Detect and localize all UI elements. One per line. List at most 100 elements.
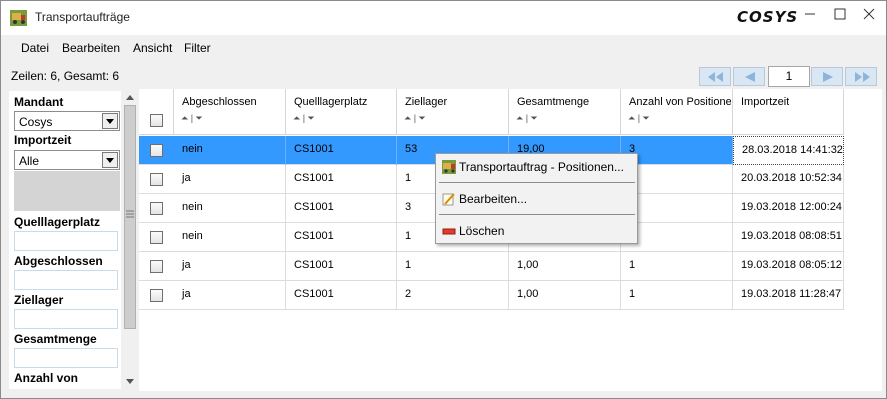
menu-item-bearbeiten[interactable]: Bearbeiten... [437,187,636,211]
minimize-button[interactable] [799,6,821,28]
mandant-select[interactable]: Cosys [14,111,120,131]
chevron-down-icon [106,119,114,124]
delete-icon [442,228,456,235]
filter-anzahl-label: Anzahl von [14,371,79,385]
minimize-icon [805,13,815,15]
column-header-ziellager[interactable]: Ziellager ⏶ | ⏷ [397,89,509,135]
app-window: Transportaufträge COSYS Datei Bearbeiten… [0,0,887,399]
table-cell: nein [174,194,286,223]
prev-page-button[interactable] [733,67,765,86]
table-cell: 19.03.2018 08:08:51 [733,223,844,252]
table-cell: 28.03.2018 14:41:32 [733,136,844,165]
sort-icon[interactable]: ⏶ | ⏷ [181,113,203,124]
menu-item-label: Bearbeiten... [459,192,528,206]
menu-filter[interactable]: Filter [184,41,211,55]
table-cell: 1 [621,252,733,281]
row-checkbox[interactable] [150,289,163,302]
menu-datei[interactable]: Datei [21,41,49,55]
table-cell: 19.03.2018 11:28:47 [733,281,844,310]
double-right-arrow-icon [855,72,870,82]
filter-ziellager-label: Ziellager [14,293,64,307]
sort-icon[interactable]: ⏶ | ⏷ [293,113,315,124]
table-cell: CS1001 [286,194,397,223]
scrollbar-thumb[interactable] [124,105,136,329]
table-cell: nein [174,136,286,165]
menu-item-positionen[interactable]: Transportauftrag - Positionen... [437,155,636,179]
table-cell: 1 [397,252,509,281]
filter-gesamtmenge-label: Gesamtmenge [14,332,97,346]
filter-quelllagerplatz-label: Quelllagerplatz [14,215,101,229]
menu-ansicht[interactable]: Ansicht [133,41,172,55]
menu-separator [439,214,635,215]
filter-scrollbar[interactable] [122,91,138,389]
menu-separator [439,182,635,183]
mandant-select-value: Cosys [19,115,53,129]
first-page-button[interactable] [699,67,731,86]
chevron-down-icon [106,158,114,163]
importzeit-dropdown-button[interactable] [102,152,118,168]
column-label: Abgeschlossen [182,96,257,108]
left-arrow-icon [745,72,755,82]
maximize-icon [834,8,846,20]
importzeit-range-area [14,171,120,211]
sort-icon[interactable]: ⏶ | ⏷ [628,113,650,124]
table-cell: CS1001 [286,165,397,194]
table-cell: nein [174,223,286,252]
row-checkbox[interactable] [150,260,163,273]
quelllagerplatz-input[interactable] [14,231,118,251]
table-cell: CS1001 [286,223,397,252]
importzeit-select-value: Alle [19,154,40,168]
mandant-dropdown-button[interactable] [102,113,118,129]
page-number-field[interactable]: 1 [768,66,810,87]
table-cell: ja [174,281,286,310]
grip-icon [126,210,134,218]
row-checkbox[interactable] [150,231,163,244]
brand-logo: COSYS [737,8,799,26]
row-checkbox[interactable] [150,144,163,157]
table-cell: 19.03.2018 08:05:12 [733,252,844,281]
table-cell: 1 [621,281,733,310]
last-page-button[interactable] [845,67,877,86]
abgeschlossen-input[interactable] [14,270,118,290]
table-cell: ja [174,252,286,281]
table-cell: CS1001 [286,136,397,165]
table-row[interactable]: ja CS1001 2 1,00 1 19.03.2018 11:28:47 [139,281,844,310]
gesamtmenge-input[interactable] [14,348,118,368]
filter-abgeschlossen-label: Abgeschlossen [14,254,103,268]
close-button[interactable] [858,6,880,28]
next-page-button[interactable] [811,67,843,86]
maximize-button[interactable] [829,6,851,28]
table-cell: CS1001 [286,252,397,281]
filter-panel: Mandant Cosys Importzeit Alle Quelllager… [9,91,121,389]
menu-bearbeiten[interactable]: Bearbeiten [62,41,120,55]
menu-bar: Datei Bearbeiten Ansicht Filter [1,35,886,61]
table-cell: 19.03.2018 12:00:24 [733,194,844,223]
sort-icon[interactable]: ⏶ | ⏷ [404,113,426,124]
column-header-importzeit[interactable]: Importzeit [733,89,844,135]
row-checkbox[interactable] [150,173,163,186]
edit-pencil-icon [442,193,455,206]
row-checkbox[interactable] [150,202,163,215]
menu-item-label: Löschen [459,224,505,238]
menu-item-label: Transportauftrag - Positionen... [459,160,624,174]
close-icon [863,8,875,20]
table-cell: CS1001 [286,281,397,310]
column-header-abgeschlossen[interactable]: Abgeschlossen ⏶ | ⏷ [174,89,286,135]
sort-icon[interactable]: ⏶ | ⏷ [516,113,538,124]
column-header-gesamtmenge[interactable]: Gesamtmenge ⏶ | ⏷ [509,89,621,135]
table-row[interactable]: ja CS1001 1 1,00 1 19.03.2018 08:05:12 [139,252,844,281]
scroll-down-icon[interactable] [125,378,135,386]
importzeit-select[interactable]: Alle [14,150,120,170]
column-header-anzahl-positionen[interactable]: Anzahl von Positionen ⏶ | ⏷ [621,89,733,135]
column-label: Anzahl von Positionen [629,96,731,108]
filter-mandant-label: Mandant [14,95,64,109]
filter-importzeit-label: Importzeit [14,133,72,147]
menu-item-loeschen[interactable]: Löschen [437,219,636,243]
column-header-quelllagerplatz[interactable]: Quelllagerplatz ⏶ | ⏷ [286,89,397,135]
right-arrow-icon [823,72,833,82]
select-all-checkbox[interactable] [150,114,163,127]
title-bar: Transportaufträge COSYS [1,1,886,35]
scroll-up-icon[interactable] [125,93,135,101]
table-cell: 2 [397,281,509,310]
ziellager-input[interactable] [14,309,118,329]
